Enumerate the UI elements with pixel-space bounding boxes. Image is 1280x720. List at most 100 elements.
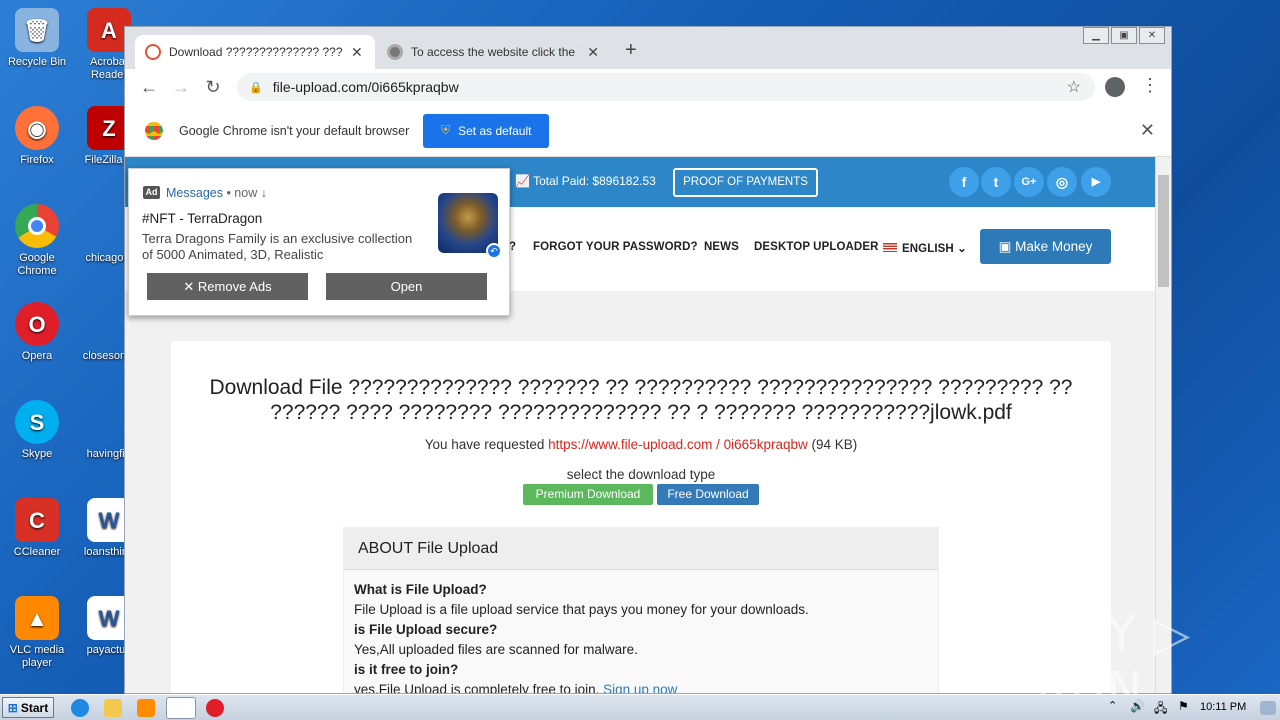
infobar-message: Google Chrome isn't your default browser (179, 123, 410, 138)
profile-avatar-icon[interactable] (1105, 77, 1125, 97)
start-button[interactable]: ⊞ Start (2, 697, 54, 718)
vlc-icon: ▲ (15, 596, 59, 640)
minimize-icon[interactable]: ▁ (1083, 27, 1109, 44)
desktop-icon-label: Opera (21, 350, 53, 362)
twitter-icon[interactable]: t (981, 167, 1011, 197)
tab-title: Download ?????????????? ??????? ??? (169, 45, 343, 59)
skype-icon: S (15, 400, 59, 444)
proof-of-payments-button[interactable]: PROOF OF PAYMENTS (673, 168, 818, 197)
chevron-down-icon: ⌄ (953, 243, 967, 255)
window-controls: ▁ ▣ ✕ (1083, 27, 1165, 44)
ccleaner-icon: C (15, 498, 59, 542)
close-tab-icon[interactable]: ✕ (351, 44, 363, 61)
source-label: Messages (166, 186, 223, 200)
remove-ads-button[interactable]: ✕ Remove Ads (147, 273, 308, 300)
tab-title: To access the website click the "Allow" (411, 45, 579, 59)
default-browser-infobar: Google Chrome isn't your default browser… (125, 105, 1171, 157)
new-tab-button[interactable]: + (625, 39, 637, 62)
ie-icon[interactable] (71, 699, 89, 717)
tray-expand-icon[interactable]: ⌃ (1108, 699, 1120, 717)
set-as-default-label: Set as default (458, 123, 532, 138)
file-size: (94 KB) (807, 437, 858, 452)
youtube-icon[interactable]: ▶ (1081, 167, 1111, 197)
scroll-thumb[interactable] (1158, 175, 1169, 287)
desktop-icon-label: CCleaner (13, 546, 61, 558)
bookmark-star-icon[interactable]: ☆ (1067, 77, 1081, 97)
sign-up-link[interactable]: Sign up now (603, 682, 677, 693)
nav-partial-link[interactable]: ? (509, 241, 516, 253)
total-paid-text: Total Paid: $896182.53 (533, 174, 656, 188)
media-player-icon[interactable] (137, 699, 155, 717)
nav-news[interactable]: NEWS (704, 241, 739, 253)
back-icon[interactable]: ← (133, 77, 165, 98)
desktop-icon-label: Acrobat Reader (90, 56, 128, 81)
select-download-type: select the download type (566, 467, 716, 482)
close-tab-icon[interactable]: ✕ (587, 44, 599, 61)
nav-desktop-uploader[interactable]: DESKTOP UPLOADER (754, 241, 879, 253)
make-money-label: Make Money (1015, 239, 1093, 254)
desktop-icon-ccleaner[interactable]: C CCleaner (0, 498, 74, 559)
google-plus-icon[interactable]: G+ (1014, 167, 1044, 197)
tab-strip: Download ?????????????? ??????? ??? ✕ To… (125, 27, 1171, 69)
shield-icon: ⛨ (441, 123, 451, 137)
address-bar[interactable]: 🔒 file-upload.com/0i665kpraqbw ☆ (237, 73, 1095, 101)
notification-body: Terra Dragons Family is an exclusive col… (142, 231, 413, 262)
make-money-button[interactable]: ▣ Make Money (980, 229, 1111, 264)
forward-icon[interactable]: → (165, 77, 197, 98)
desktop-icon-recycle-bin[interactable]: 🗑 Recycle Bin (0, 8, 74, 69)
desktop-icon-firefox[interactable]: ◉ Firefox (0, 106, 74, 167)
requested-link[interactable]: https://www.file-upload.com / 0i665kpraq… (548, 437, 808, 452)
faq-question: What is File Upload? (354, 582, 487, 597)
language-label: ENGLISH (902, 243, 954, 255)
desktop-icon-label: Skype (21, 448, 53, 460)
desktop-icon-skype[interactable]: S Skype (0, 400, 74, 461)
set-as-default-button[interactable]: ⛨ Set as default (423, 113, 550, 148)
reload-icon[interactable]: ↻ (197, 77, 229, 98)
premium-download-button[interactable]: Premium Download (523, 484, 653, 505)
us-flag-icon (883, 243, 897, 252)
volume-icon[interactable]: 🔊 (1130, 699, 1145, 717)
remove-ads-label: Remove Ads (197, 279, 272, 294)
instagram-icon[interactable]: ◎ (1047, 167, 1077, 197)
open-button[interactable]: Open (326, 273, 487, 300)
network-icon[interactable]: 🖧 (1154, 699, 1168, 717)
desktop-icon-label: VLC media player (9, 644, 65, 669)
facebook-icon[interactable]: f (949, 167, 979, 197)
desktop-icon-chrome[interactable]: Google Chrome (0, 204, 74, 278)
maximize-icon[interactable]: ▣ (1111, 27, 1137, 44)
tab-allow-notifications[interactable]: To access the website click the "Allow" … (377, 35, 609, 69)
explorer-folder-icon[interactable] (104, 699, 122, 717)
chart-line-icon: 📈 (515, 174, 534, 188)
tab-download[interactable]: Download ?????????????? ??????? ??? ✕ (135, 35, 375, 69)
clock[interactable]: 10:11 PM (1200, 701, 1246, 713)
browser-toolbar: ← → ↻ 🔒 file-upload.com/0i665kpraqbw ☆ ⋮ (125, 69, 1171, 105)
close-window-icon[interactable]: ✕ (1139, 27, 1165, 44)
action-center-flag-icon[interactable]: ⚑ (1178, 699, 1192, 717)
faq-list: What is File Upload? File Upload is a fi… (344, 570, 938, 694)
free-download-button[interactable]: Free Download (657, 484, 759, 505)
ad-tag: Ad (143, 186, 160, 199)
lock-icon: 🔒 (249, 81, 263, 94)
faq-answer: Yes,All uploaded files are scanned for m… (354, 642, 638, 657)
faq-answer: yes,File Upload is completely free to jo… (354, 682, 604, 694)
reply-badge-icon: ↶ (486, 243, 502, 259)
desktop-icon-opera[interactable]: O Opera (0, 302, 74, 363)
close-infobar-icon[interactable]: ✕ (1140, 120, 1155, 141)
file-upload-favicon-icon (145, 44, 161, 60)
requested-prefix: You have requested (424, 437, 549, 452)
notification-source: Messages • now ↓ (166, 186, 267, 200)
ad-notification-popup: Ad Messages • now ↓ #NFT - TerraDragon T… (128, 168, 510, 316)
desktop-icon-label: Firefox (20, 154, 54, 166)
opera-taskbar-icon[interactable] (206, 699, 224, 717)
globe-icon (387, 44, 403, 60)
faq-question: is it free to join? (354, 662, 459, 677)
menu-kebab-icon[interactable]: ⋮ (1141, 75, 1159, 96)
chrome-taskbar-icon[interactable] (166, 697, 196, 719)
windows-logo-icon: ⊞ (7, 700, 18, 715)
nav-language[interactable]: ENGLISH ⌄ (883, 241, 967, 255)
desktop-icon-label: Recycle Bin (7, 56, 67, 68)
show-desktop-icon[interactable] (1260, 701, 1276, 715)
nav-forgot-password[interactable]: FORGOT YOUR PASSWORD? (533, 241, 698, 253)
desktop-icon-vlc[interactable]: ▲ VLC media player (0, 596, 74, 670)
faq-answer-row: yes,File Upload is completely free to jo… (354, 680, 928, 694)
